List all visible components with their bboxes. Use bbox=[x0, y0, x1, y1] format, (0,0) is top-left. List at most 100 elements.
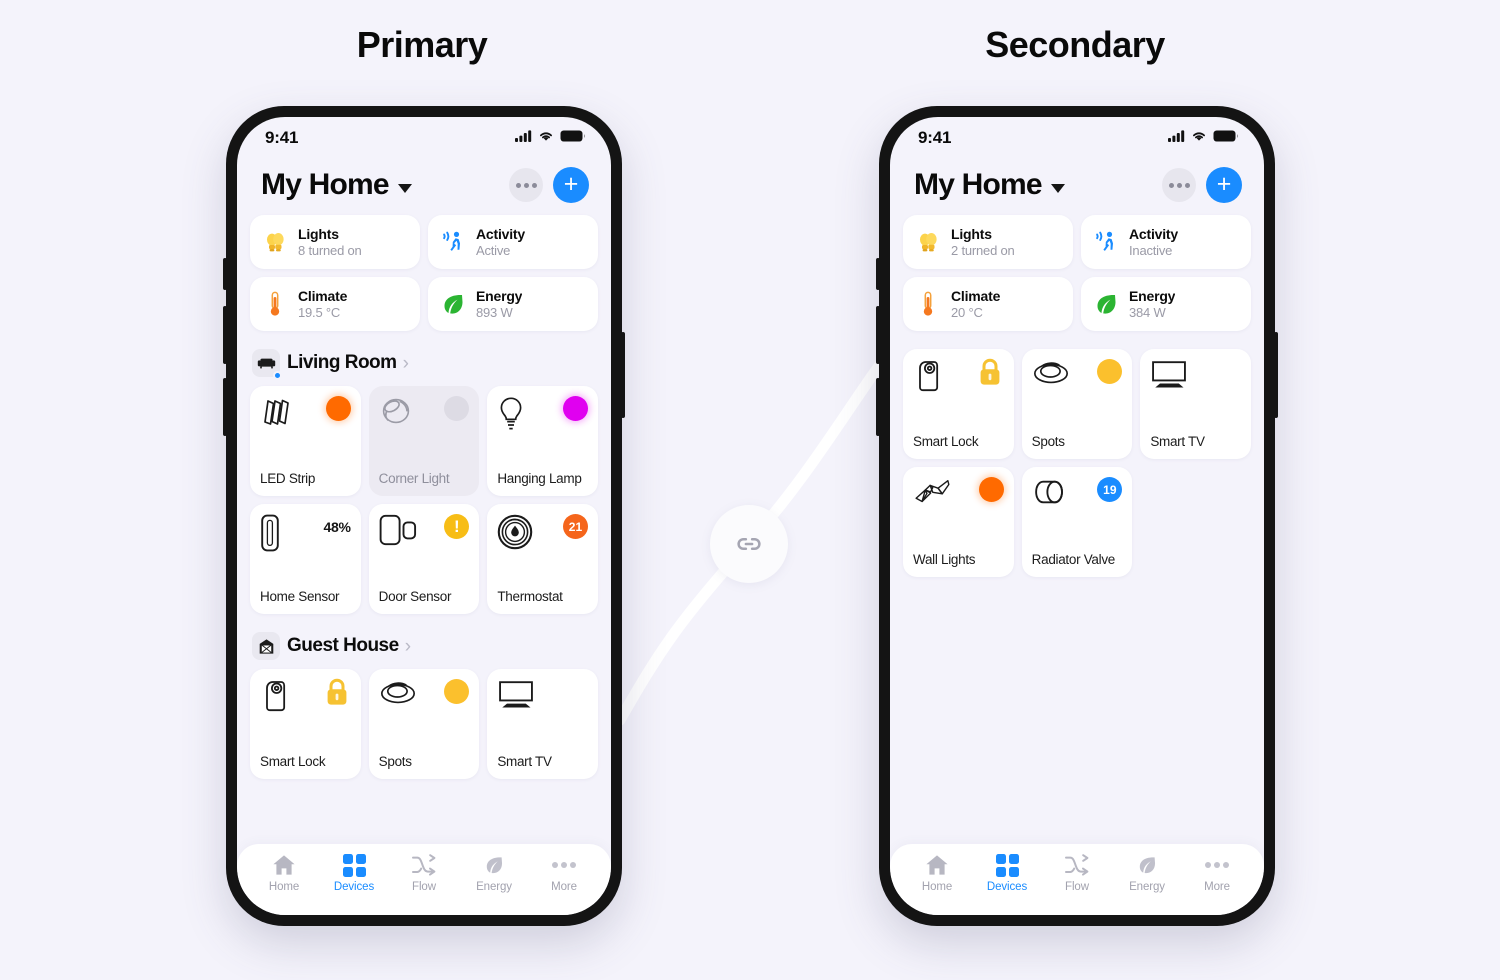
tab-more[interactable]: More bbox=[1184, 853, 1250, 893]
summary-title: Activity bbox=[1129, 226, 1178, 242]
tab-label: Devices bbox=[333, 881, 375, 893]
device-badge[interactable]: 19 bbox=[1097, 477, 1123, 502]
tab-energy[interactable]: Energy bbox=[461, 853, 527, 893]
bulb-icon bbox=[262, 230, 288, 255]
tv-icon bbox=[497, 679, 535, 709]
wall-lights-icon bbox=[913, 477, 951, 505]
volume-up-button[interactable] bbox=[876, 306, 880, 364]
tab-more[interactable]: More bbox=[531, 853, 597, 893]
summary-card-activity[interactable]: Activity Inactive bbox=[1081, 215, 1251, 269]
thermometer-icon bbox=[262, 291, 288, 317]
device-badge[interactable]: 21 bbox=[562, 514, 588, 539]
chevron-down-icon bbox=[397, 183, 412, 193]
device-card[interactable]: 21 Thermostat bbox=[487, 504, 598, 614]
tab-energy[interactable]: Energy bbox=[1114, 853, 1180, 893]
device-card[interactable]: Smart Lock bbox=[250, 669, 361, 779]
device-card[interactable]: Wall Lights bbox=[903, 467, 1014, 577]
device-card[interactable]: LED Strip bbox=[250, 386, 361, 496]
summary-title: Activity bbox=[476, 226, 525, 242]
summary-card-energy[interactable]: Energy 893 W bbox=[428, 277, 598, 331]
summary-card-lights[interactable]: Lights 8 turned on bbox=[250, 215, 420, 269]
tab-label: Energy bbox=[476, 881, 512, 893]
summary-grid: Lights 2 turned on Activity Inactive Cli… bbox=[890, 203, 1264, 331]
device-card[interactable]: Hanging Lamp bbox=[487, 386, 598, 496]
device-name: Smart TV bbox=[1150, 434, 1205, 450]
room-name: Guest House bbox=[287, 635, 399, 656]
spots-icon bbox=[379, 679, 417, 705]
device-card[interactable]: Smart Lock bbox=[903, 349, 1014, 459]
device-badge[interactable]: ! bbox=[444, 514, 470, 539]
bulb-outline-icon bbox=[497, 396, 525, 432]
device-badge[interactable] bbox=[323, 678, 351, 705]
device-badge[interactable]: 48% bbox=[324, 514, 351, 539]
tab-devices[interactable]: Devices bbox=[974, 853, 1040, 893]
leaf-tab-icon bbox=[483, 853, 505, 877]
volume-down-button[interactable] bbox=[223, 378, 227, 436]
device-badge[interactable] bbox=[976, 358, 1004, 385]
device-card[interactable]: ! Door Sensor bbox=[368, 504, 480, 614]
summary-card-lights[interactable]: Lights 2 turned on bbox=[903, 215, 1073, 269]
add-button[interactable]: + bbox=[553, 167, 589, 203]
summary-card-activity[interactable]: Activity Active bbox=[428, 215, 598, 269]
device-card[interactable]: 48% Home Sensor bbox=[250, 504, 361, 614]
device-card[interactable]: Smart TV bbox=[1140, 349, 1251, 459]
tab-label: Flow bbox=[412, 881, 436, 893]
leaf-icon bbox=[440, 292, 466, 316]
cellular-icon bbox=[1168, 129, 1185, 147]
caption-primary: Primary bbox=[356, 24, 488, 65]
room-section: Smart Lock Spots Smart TV Wall Lights 19… bbox=[903, 349, 1251, 577]
silent-switch[interactable] bbox=[876, 258, 880, 290]
summary-card-energy[interactable]: Energy 384 W bbox=[1081, 277, 1251, 331]
device-badge[interactable] bbox=[1097, 359, 1123, 384]
battery-icon bbox=[560, 129, 586, 147]
ellipsis-icon bbox=[1204, 853, 1230, 877]
device-card[interactable]: Smart TV bbox=[487, 669, 598, 779]
volume-up-button[interactable] bbox=[223, 306, 227, 364]
more-options-button[interactable] bbox=[1162, 168, 1196, 202]
device-badge[interactable] bbox=[562, 396, 588, 421]
house-icon bbox=[252, 632, 280, 660]
power-button[interactable] bbox=[621, 332, 625, 418]
device-name: Door Sensor bbox=[378, 589, 452, 605]
page-title: My Home bbox=[914, 168, 1043, 201]
tab-bar: Home Devices Flow Energy More bbox=[237, 844, 611, 915]
tab-bar: Home Devices Flow Energy More bbox=[890, 844, 1264, 915]
summary-value: Inactive bbox=[1129, 243, 1173, 258]
tab-devices[interactable]: Devices bbox=[321, 853, 387, 893]
tab-home[interactable]: Home bbox=[904, 853, 970, 893]
summary-grid: Lights 8 turned on Activity Active Clima… bbox=[237, 203, 611, 331]
cellular-icon bbox=[515, 129, 532, 147]
room-header[interactable]: Guest House › bbox=[250, 632, 598, 660]
power-button[interactable] bbox=[1274, 332, 1278, 418]
silent-switch[interactable] bbox=[223, 258, 227, 290]
tab-flow[interactable]: Flow bbox=[391, 853, 457, 893]
tab-label: Energy bbox=[1129, 881, 1165, 893]
device-name: Smart TV bbox=[497, 754, 552, 770]
device-badge[interactable] bbox=[978, 477, 1004, 502]
home-selector[interactable]: My Home bbox=[914, 168, 1065, 202]
volume-down-button[interactable] bbox=[876, 378, 880, 436]
room-sections: Smart Lock Spots Smart TV Wall Lights 19… bbox=[890, 331, 1264, 844]
summary-card-climate[interactable]: Climate 20 °C bbox=[903, 277, 1073, 331]
phone-screen: 9:41 My Home + Lights 2 turned on Activi… bbox=[890, 117, 1264, 915]
device-name: Smart Lock bbox=[913, 434, 979, 450]
device-badge[interactable] bbox=[325, 396, 351, 421]
tab-home[interactable]: Home bbox=[251, 853, 317, 893]
tab-label: Home bbox=[921, 881, 953, 893]
device-badge[interactable] bbox=[444, 396, 470, 421]
wifi-icon bbox=[538, 129, 554, 147]
room-header[interactable]: Living Room › bbox=[250, 349, 598, 380]
device-name: Wall Lights bbox=[913, 552, 976, 568]
app-header: My Home + bbox=[237, 159, 611, 203]
device-card[interactable]: 19 Radiator Valve bbox=[1021, 467, 1133, 577]
device-card[interactable]: Corner Light bbox=[368, 386, 480, 496]
device-card[interactable]: Spots bbox=[1021, 349, 1133, 459]
device-card[interactable]: Spots bbox=[368, 669, 480, 779]
home-selector[interactable]: My Home bbox=[261, 168, 412, 202]
summary-card-climate[interactable]: Climate 19.5 °C bbox=[250, 277, 420, 331]
more-options-button[interactable] bbox=[509, 168, 543, 202]
add-button[interactable]: + bbox=[1206, 167, 1242, 203]
status-time: 9:41 bbox=[265, 128, 299, 147]
tab-flow[interactable]: Flow bbox=[1044, 853, 1110, 893]
device-badge[interactable] bbox=[444, 679, 470, 704]
